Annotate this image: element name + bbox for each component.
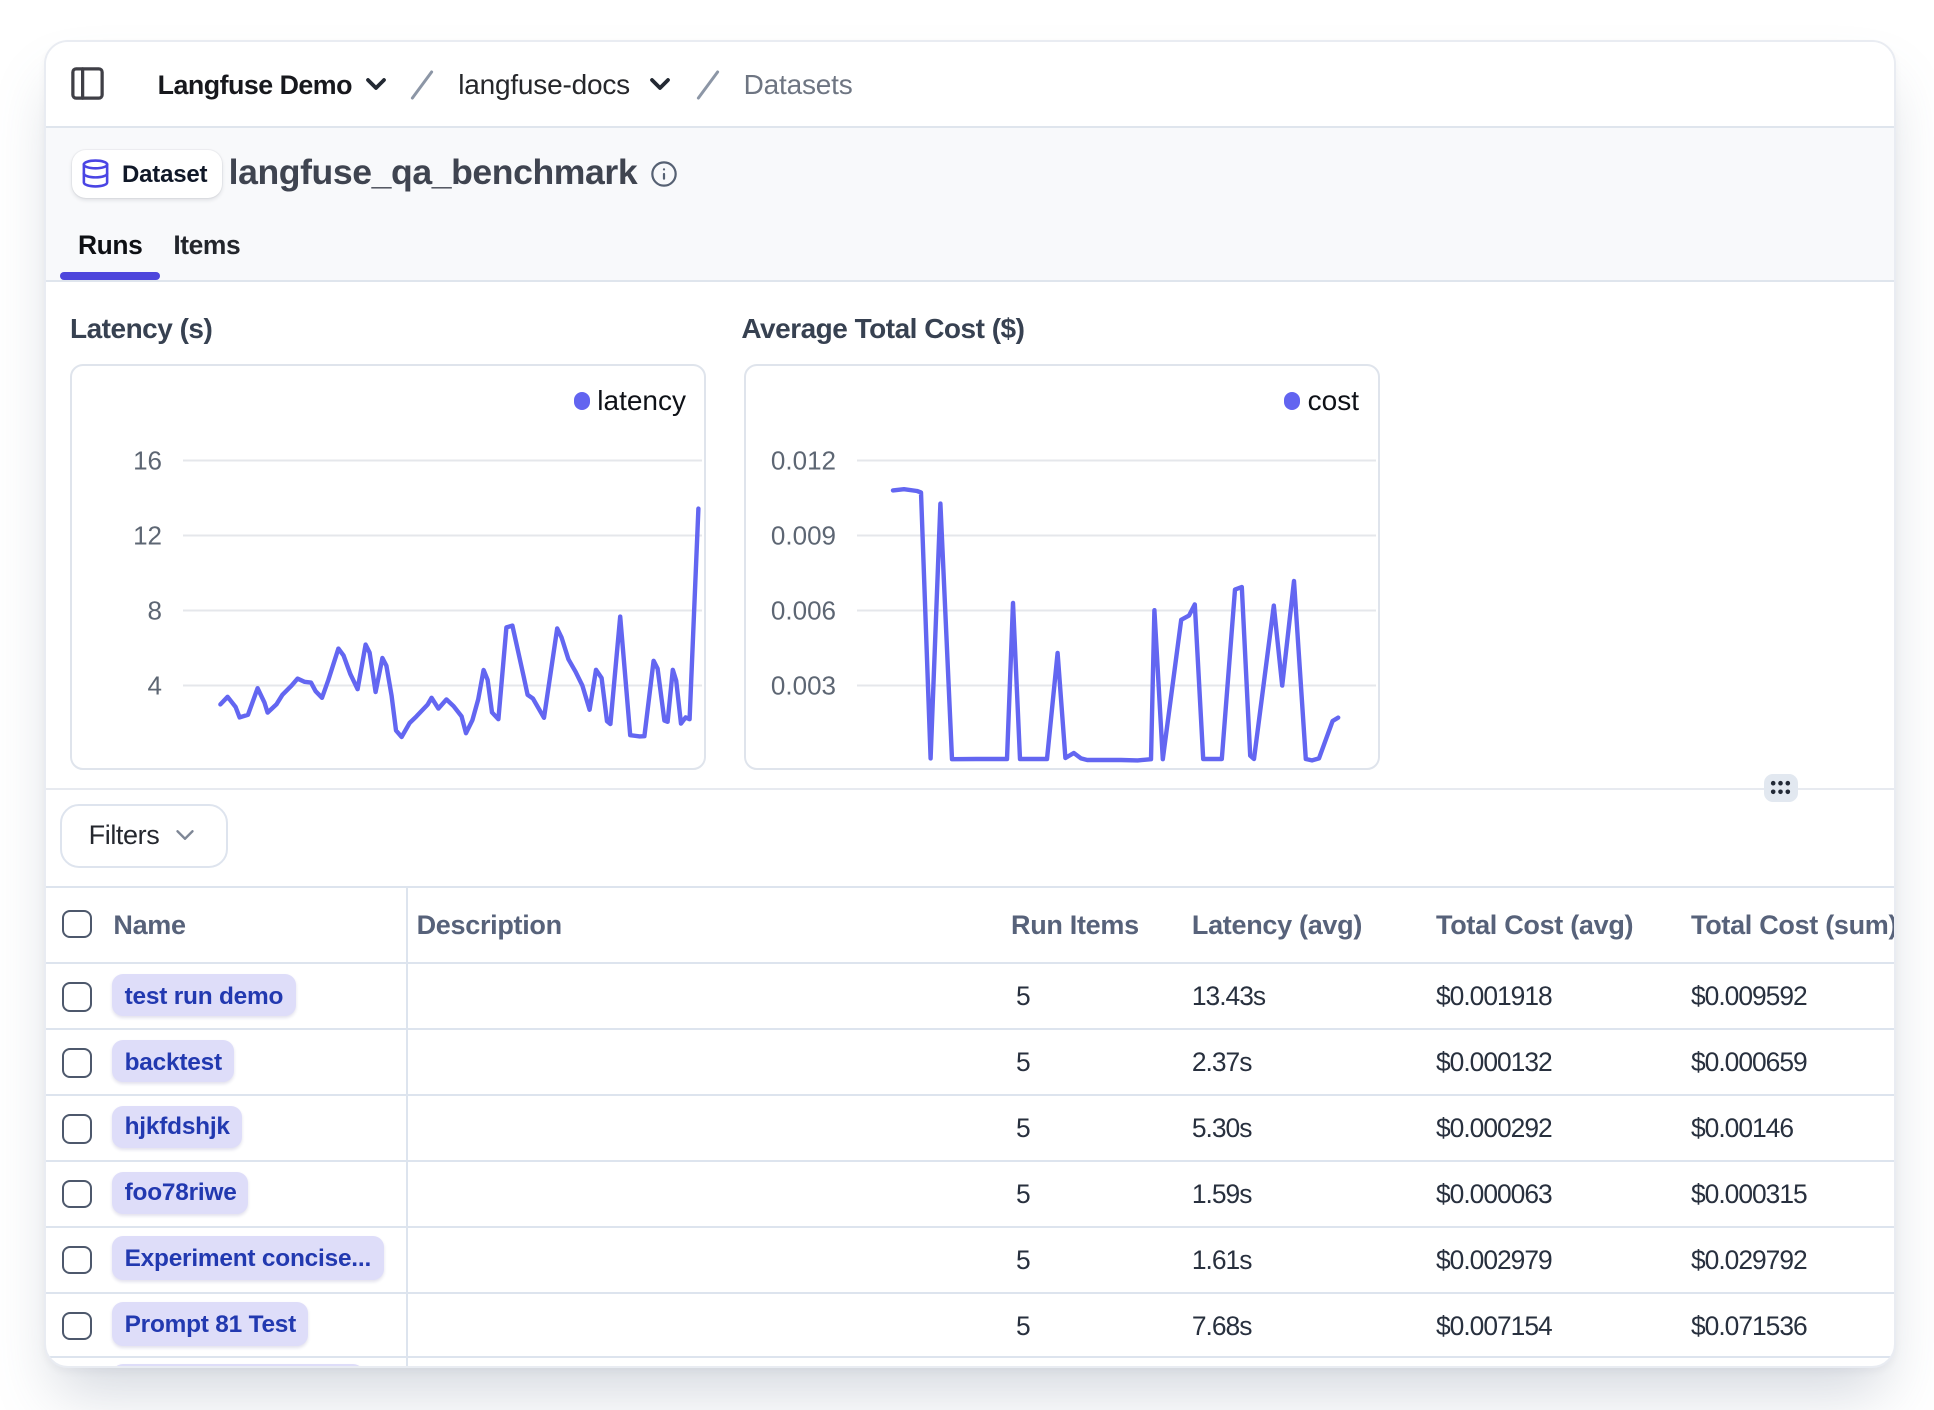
svg-text:4: 4 xyxy=(148,671,162,701)
svg-text:0.003: 0.003 xyxy=(770,671,835,701)
svg-text:0.012: 0.012 xyxy=(770,446,835,476)
svg-text:12: 12 xyxy=(133,521,162,551)
svg-text:8: 8 xyxy=(148,596,162,626)
svg-text:16: 16 xyxy=(133,446,162,476)
svg-text:0.006: 0.006 xyxy=(770,596,835,626)
svg-text:0.009: 0.009 xyxy=(770,521,835,551)
